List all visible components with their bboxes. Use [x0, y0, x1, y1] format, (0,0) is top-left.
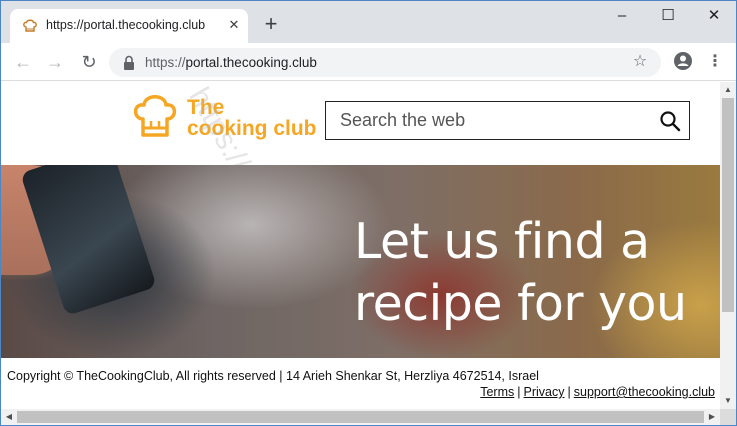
url-host: portal.thecooking.club [185, 55, 317, 70]
terms-link[interactable]: Terms [480, 385, 514, 399]
hero-heading: Let us find a recipe for you [354, 211, 714, 335]
logo-line-2: cooking club [187, 117, 317, 140]
tab-close-icon[interactable]: ✕ [226, 17, 242, 33]
bookmark-star-icon[interactable]: ☆ [631, 53, 649, 71]
back-button[interactable]: ← [11, 50, 35, 74]
hero-banner: Let us find a recipe for you [1, 165, 720, 358]
chef-hat-icon [23, 19, 37, 32]
browser-toolbar: ← → ↻ https://portal.thecooking.club ☆ ⋮ [1, 43, 736, 81]
hero-line-1: Let us find a [354, 213, 650, 270]
address-bar[interactable]: https://portal.thecooking.club ☆ [109, 48, 661, 77]
copyright-text: Copyright © TheCookingClub, All rights r… [7, 369, 539, 383]
vertical-scroll-thumb[interactable] [722, 98, 734, 312]
scroll-up-arrow-icon[interactable]: ▲ [720, 82, 736, 98]
scroll-left-arrow-icon[interactable]: ◀ [1, 409, 17, 425]
search-input[interactable] [326, 102, 646, 139]
site-header: The cooking club https://p [1, 82, 720, 191]
site-footer: Copyright © TheCookingClub, All rights r… [1, 358, 720, 409]
footer-links: Terms | Privacy | support@thecooking.club [480, 385, 715, 399]
forward-button[interactable]: → [43, 50, 67, 74]
search-icon[interactable] [659, 110, 681, 132]
search-box [325, 101, 690, 140]
maximize-button[interactable]: ☐ [645, 1, 691, 31]
logo-text: The cooking club [187, 97, 317, 139]
vertical-scrollbar[interactable]: ▲ ▼ [720, 82, 736, 409]
new-tab-button[interactable]: + [260, 13, 282, 35]
horizontal-scroll-thumb[interactable] [17, 411, 704, 423]
tab-title: https://portal.thecooking.club [46, 18, 206, 32]
page-viewport: The cooking club https://p Let us find a… [1, 82, 720, 409]
browser-tab[interactable]: https://portal.thecooking.club ✕ [10, 9, 248, 43]
account-icon[interactable] [673, 51, 693, 71]
chef-hat-logo-icon [133, 95, 177, 137]
minimize-button[interactable]: – [599, 1, 645, 31]
url-text[interactable]: https://portal.thecooking.club [145, 55, 317, 70]
lock-icon[interactable] [122, 55, 136, 71]
browser-window: https://portal.thecooking.club ✕ + – ☐ ✕… [0, 0, 737, 426]
footer-separator: | [517, 385, 521, 399]
tab-strip: https://portal.thecooking.club ✕ + – ☐ ✕ [1, 1, 736, 43]
horizontal-scrollbar[interactable]: ◀ ▶ [1, 409, 720, 425]
hero-line-2: recipe for you [354, 275, 687, 332]
browser-menu-icon[interactable]: ⋮ [705, 51, 725, 73]
logo-line-1: The [187, 96, 225, 119]
support-email-link[interactable]: support@thecooking.club [574, 385, 715, 399]
footer-separator: | [567, 385, 571, 399]
site-logo[interactable]: The cooking club [131, 91, 331, 151]
scroll-down-arrow-icon[interactable]: ▼ [720, 393, 736, 409]
reload-button[interactable]: ↻ [77, 50, 101, 74]
privacy-link[interactable]: Privacy [524, 385, 565, 399]
scrollbar-corner [720, 409, 736, 425]
scroll-right-arrow-icon[interactable]: ▶ [704, 409, 720, 425]
url-scheme: https:// [145, 55, 186, 70]
close-window-button[interactable]: ✕ [691, 1, 736, 31]
